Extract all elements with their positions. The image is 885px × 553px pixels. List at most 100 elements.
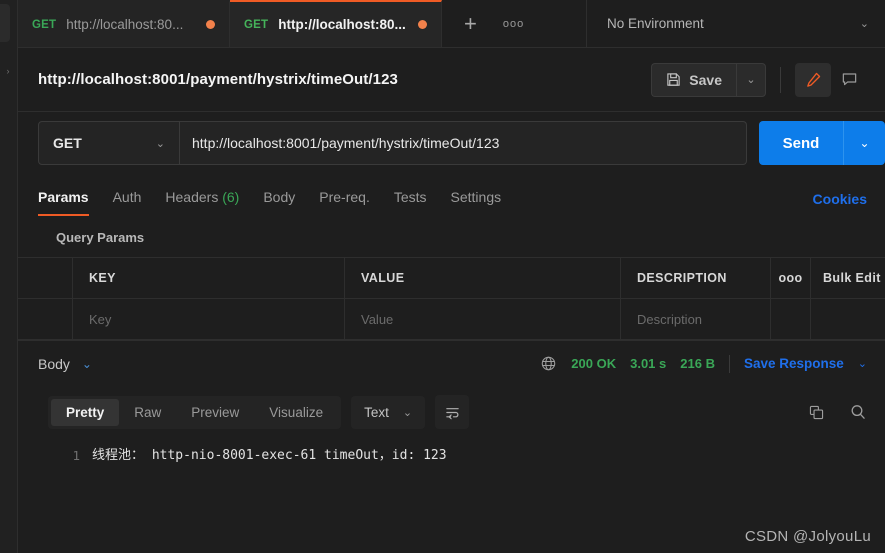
word-wrap-button[interactable] (435, 395, 470, 429)
new-tab-icon[interactable]: + (464, 12, 477, 35)
tab-params-label: Params (38, 189, 89, 205)
search-icon[interactable] (849, 403, 867, 421)
pencil-icon (805, 71, 822, 88)
tab-actions: + ooo (442, 0, 587, 47)
page-title: http://localhost:8001/payment/hystrix/ti… (38, 71, 398, 88)
code-line: 1 线程池： http-nio-8001-exec-61 timeOut，id:… (18, 446, 885, 466)
url-bar: GET ⌄ http://localhost:8001/payment/hyst… (18, 112, 885, 174)
title-bar-actions: Save ⌄ (651, 62, 867, 97)
http-method-value: GET (53, 135, 82, 151)
tab-headers-count: (6) (222, 189, 240, 205)
response-view-tabs: Pretty Raw Preview Visualize (48, 395, 342, 429)
save-button-label: Save (689, 71, 722, 88)
tab-pre-request-label: Pre-req. (319, 189, 370, 205)
line-number: 1 (72, 448, 80, 463)
chevron-down-icon: ⌄ (746, 74, 756, 86)
request-title-bar: http://localhost:8001/payment/hystrix/ti… (18, 48, 885, 112)
response-time: 3.01 s (630, 356, 667, 371)
tab-body[interactable]: Body (263, 189, 295, 216)
tab-auth[interactable]: Auth (113, 189, 142, 216)
edit-request-button[interactable] (795, 62, 831, 97)
param-description-input[interactable]: Description (621, 299, 771, 339)
send-button-label: Send (782, 134, 820, 152)
url-input[interactable]: http://localhost:8001/payment/hystrix/ti… (180, 121, 747, 165)
environment-name: No Environment (607, 16, 704, 31)
column-header-value: VALUE (345, 258, 621, 298)
save-response-button[interactable]: Save Response (744, 356, 844, 371)
column-header-description: DESCRIPTION (621, 258, 771, 298)
floppy-disk-icon (666, 72, 681, 87)
table-row: Key Value Description (18, 299, 885, 340)
response-size: 216 B (680, 356, 715, 371)
http-method-select[interactable]: GET ⌄ (38, 121, 180, 165)
response-actions (808, 403, 867, 421)
tab-pre-request[interactable]: Pre-req. (319, 189, 370, 216)
response-format-value: Text (364, 404, 389, 420)
response-bar: Body ⌄ 200 OK 3.01 s 216 B Save Response… (18, 340, 885, 386)
request-tab-1-method: GET (32, 18, 57, 31)
response-body-label: Body (38, 355, 70, 372)
sidebar-stub (0, 4, 10, 42)
tab-body-label: Body (263, 189, 296, 205)
chevron-down-icon[interactable]: ⌄ (858, 357, 867, 370)
param-value-input[interactable]: Value (345, 299, 621, 339)
tab-settings[interactable]: Settings (451, 189, 502, 216)
divider (728, 354, 730, 373)
view-tab-visualize[interactable]: Visualize (254, 399, 338, 426)
view-tab-pretty[interactable]: Pretty (51, 398, 120, 426)
send-options-button[interactable]: ⌄ (843, 121, 885, 165)
cookies-link[interactable]: Cookies (813, 191, 867, 216)
response-view-bar: Pretty Raw Preview Visualize Text ⌄ (18, 386, 885, 438)
response-meta: 200 OK 3.01 s 216 B Save Response ⌄ (540, 354, 867, 373)
query-params-label: Query Params (56, 230, 145, 245)
row-checkbox-cell[interactable] (18, 299, 73, 339)
copy-icon[interactable] (808, 404, 825, 421)
tab-tests[interactable]: Tests (394, 189, 427, 216)
tab-tests-label: Tests (393, 189, 427, 205)
save-button[interactable]: Save (651, 62, 736, 97)
send-button[interactable]: Send (759, 121, 843, 165)
save-group: Save ⌄ (651, 62, 766, 97)
tab-settings-label: Settings (450, 189, 502, 205)
response-format-select[interactable]: Text ⌄ (351, 395, 426, 429)
left-rail: › (0, 0, 18, 553)
chevron-down-icon: ⌄ (859, 18, 869, 30)
line-text: 线程池： http-nio-8001-exec-61 timeOut，id: 1… (92, 448, 447, 463)
word-wrap-icon (444, 404, 461, 421)
send-group: Send ⌄ (759, 121, 885, 165)
main-area: GET http://localhost:80... GET http://lo… (18, 0, 885, 553)
request-section-tabs-list: Params Auth Headers (6) Body Pre-req. Te… (38, 189, 501, 216)
request-tab-2-title: http://localhost:80... (278, 17, 406, 32)
tab-more-icon[interactable]: ooo (503, 18, 524, 30)
divider (780, 66, 781, 93)
unsaved-dot-icon (206, 20, 215, 29)
view-tab-preview[interactable]: Preview (176, 399, 254, 426)
postman-window: › GET http://localhost:80... GET http://… (0, 0, 885, 553)
param-key-input[interactable]: Key (73, 299, 345, 339)
comments-button[interactable] (831, 63, 867, 97)
row-filler-cell (811, 299, 885, 339)
table-header-row: KEY VALUE DESCRIPTION ooo Bulk Edit (18, 258, 885, 299)
tab-params[interactable]: Params (38, 189, 89, 216)
table-more-icon[interactable]: ooo (771, 258, 811, 298)
save-options-button[interactable]: ⌄ (736, 62, 766, 97)
request-section-tabs: Params Auth Headers (6) Body Pre-req. Te… (18, 174, 885, 216)
watermark: CSDN @JolyouLu (744, 528, 871, 545)
tab-headers[interactable]: Headers (6) (165, 189, 239, 216)
tab-headers-label: Headers (165, 189, 219, 205)
globe-icon (540, 355, 557, 372)
tab-strip: GET http://localhost:80... GET http://lo… (18, 0, 885, 48)
sidebar-collapse-icon[interactable]: › (3, 66, 13, 76)
chevron-down-icon: ⌄ (859, 136, 870, 150)
chevron-down-icon: ⌄ (155, 137, 165, 150)
request-tab-2[interactable]: GET http://localhost:80... (230, 0, 442, 47)
environment-selector[interactable]: No Environment ⌄ (587, 0, 885, 47)
bulk-edit-link[interactable]: Bulk Edit (811, 258, 885, 298)
request-tab-1[interactable]: GET http://localhost:80... (18, 0, 230, 47)
response-body-selector[interactable]: Body ⌄ (38, 356, 92, 372)
response-view-controls: Pretty Raw Preview Visualize Text ⌄ (48, 395, 470, 429)
row-more-cell (771, 299, 811, 339)
query-params-table: KEY VALUE DESCRIPTION ooo Bulk Edit Key … (18, 257, 885, 340)
view-tab-raw[interactable]: Raw (119, 399, 176, 426)
unsaved-dot-icon (418, 20, 427, 29)
